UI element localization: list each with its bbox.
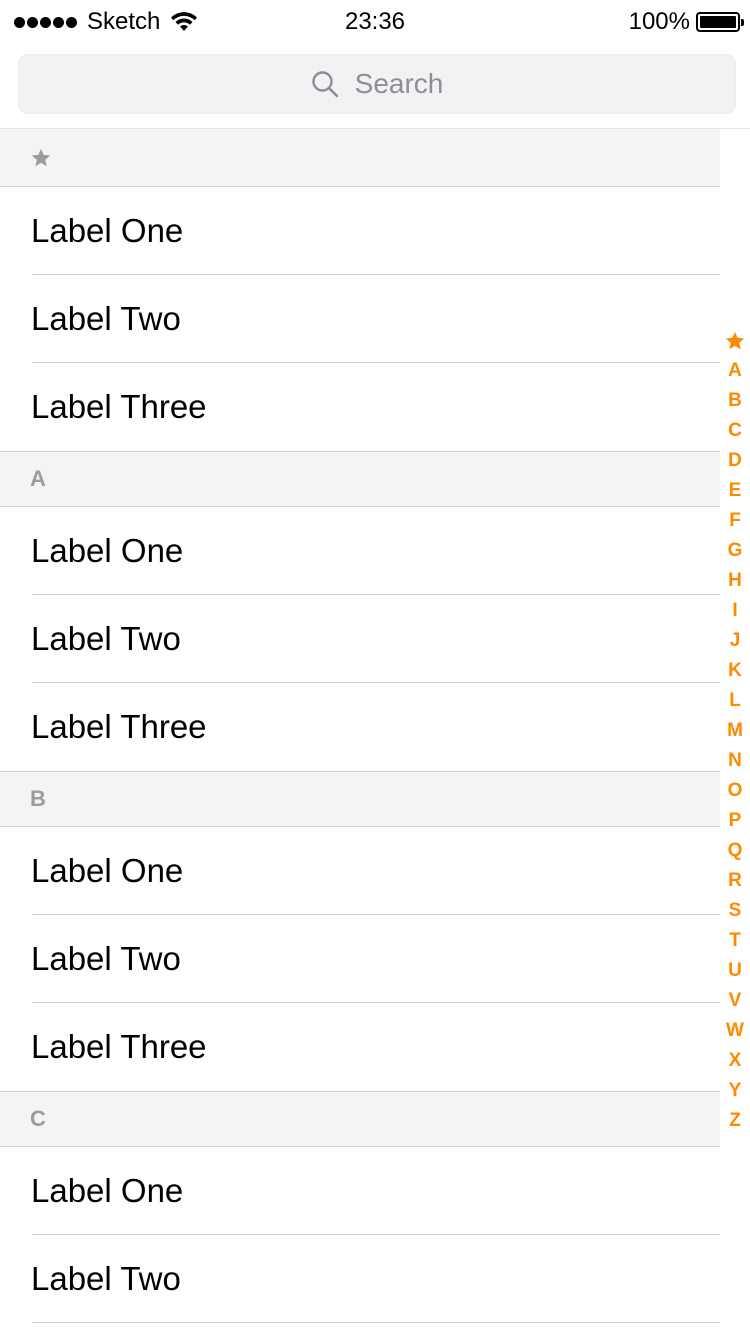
index-item[interactable]: W bbox=[720, 1016, 750, 1046]
list-item-label: Label One bbox=[31, 1172, 184, 1209]
section-header-label: B bbox=[30, 786, 46, 811]
index-item[interactable]: T bbox=[720, 926, 750, 956]
list-item-label: Label One bbox=[31, 852, 184, 889]
search-placeholder: Search bbox=[354, 68, 444, 99]
index-item[interactable]: M bbox=[720, 716, 750, 746]
table-view[interactable]: Label One Label Two Label Three A Label … bbox=[0, 129, 720, 1323]
status-bar: Sketch 23:36 100% bbox=[0, 0, 750, 44]
list-item[interactable]: Label Two bbox=[0, 595, 720, 683]
list-item-label: Label Two bbox=[31, 940, 181, 977]
index-item[interactable]: Q bbox=[720, 836, 750, 866]
section-header-b: B bbox=[0, 771, 720, 827]
search-icon bbox=[311, 71, 338, 98]
section-header-c: C bbox=[0, 1091, 720, 1147]
list-item-label: Label Two bbox=[31, 620, 181, 657]
index-item-favorites[interactable] bbox=[724, 326, 746, 356]
index-item[interactable]: P bbox=[720, 806, 750, 836]
index-item[interactable]: A bbox=[720, 356, 750, 386]
search-input[interactable]: Search bbox=[18, 54, 736, 114]
list-item[interactable]: Label Three bbox=[0, 363, 720, 451]
index-item[interactable]: R bbox=[720, 866, 750, 896]
index-item[interactable]: H bbox=[720, 566, 750, 596]
star-icon bbox=[31, 148, 51, 166]
section-header-label: C bbox=[30, 1106, 46, 1131]
index-item[interactable]: B bbox=[720, 386, 750, 416]
battery-percent: 100% bbox=[628, 8, 690, 35]
list-item[interactable]: Label One bbox=[0, 827, 720, 915]
list-item[interactable]: Label Three bbox=[0, 683, 720, 771]
index-item[interactable]: K bbox=[720, 656, 750, 686]
index-item[interactable]: Z bbox=[720, 1106, 750, 1136]
section-header-favorites bbox=[0, 129, 720, 187]
index-item[interactable]: V bbox=[720, 986, 750, 1016]
list-item[interactable]: Label One bbox=[0, 1147, 720, 1235]
list-item[interactable]: Label Three bbox=[0, 1003, 720, 1091]
index-item[interactable]: E bbox=[720, 476, 750, 506]
star-icon bbox=[725, 331, 745, 350]
index-item[interactable]: L bbox=[720, 686, 750, 716]
index-item[interactable]: O bbox=[720, 776, 750, 806]
list-item-label: Label Three bbox=[31, 388, 207, 425]
index-item[interactable]: S bbox=[720, 896, 750, 926]
status-right: 100% bbox=[628, 8, 744, 36]
search-bar: Search bbox=[0, 44, 750, 129]
list-item-label: Label Two bbox=[31, 300, 181, 337]
section-header-a: A bbox=[0, 451, 720, 507]
index-item[interactable]: Y bbox=[720, 1076, 750, 1106]
index-item[interactable]: X bbox=[720, 1046, 750, 1076]
section-index[interactable]: A B C D E F G H I J K L M N O P Q R S T … bbox=[720, 326, 750, 1136]
index-item[interactable]: D bbox=[720, 446, 750, 476]
index-item[interactable]: J bbox=[720, 626, 750, 656]
section-header-label: A bbox=[30, 466, 46, 491]
list-item-label: Label One bbox=[31, 212, 184, 249]
list-item-label: Label Two bbox=[31, 1260, 181, 1297]
list-item[interactable]: Label One bbox=[0, 187, 720, 275]
index-item[interactable]: F bbox=[720, 506, 750, 536]
index-item[interactable]: G bbox=[720, 536, 750, 566]
list-item[interactable]: Label Two bbox=[0, 1235, 720, 1323]
index-item[interactable]: U bbox=[720, 956, 750, 986]
list-item-label: Label Three bbox=[31, 708, 207, 745]
index-item[interactable]: N bbox=[720, 746, 750, 776]
index-item[interactable]: I bbox=[720, 596, 750, 626]
list-item[interactable]: Label Two bbox=[0, 275, 720, 363]
list-item[interactable]: Label Two bbox=[0, 915, 720, 1003]
index-item[interactable]: C bbox=[720, 416, 750, 446]
battery-icon bbox=[696, 12, 744, 32]
list-item-label: Label Three bbox=[31, 1028, 207, 1065]
list-item-label: Label One bbox=[31, 532, 184, 569]
list-item[interactable]: Label One bbox=[0, 507, 720, 595]
